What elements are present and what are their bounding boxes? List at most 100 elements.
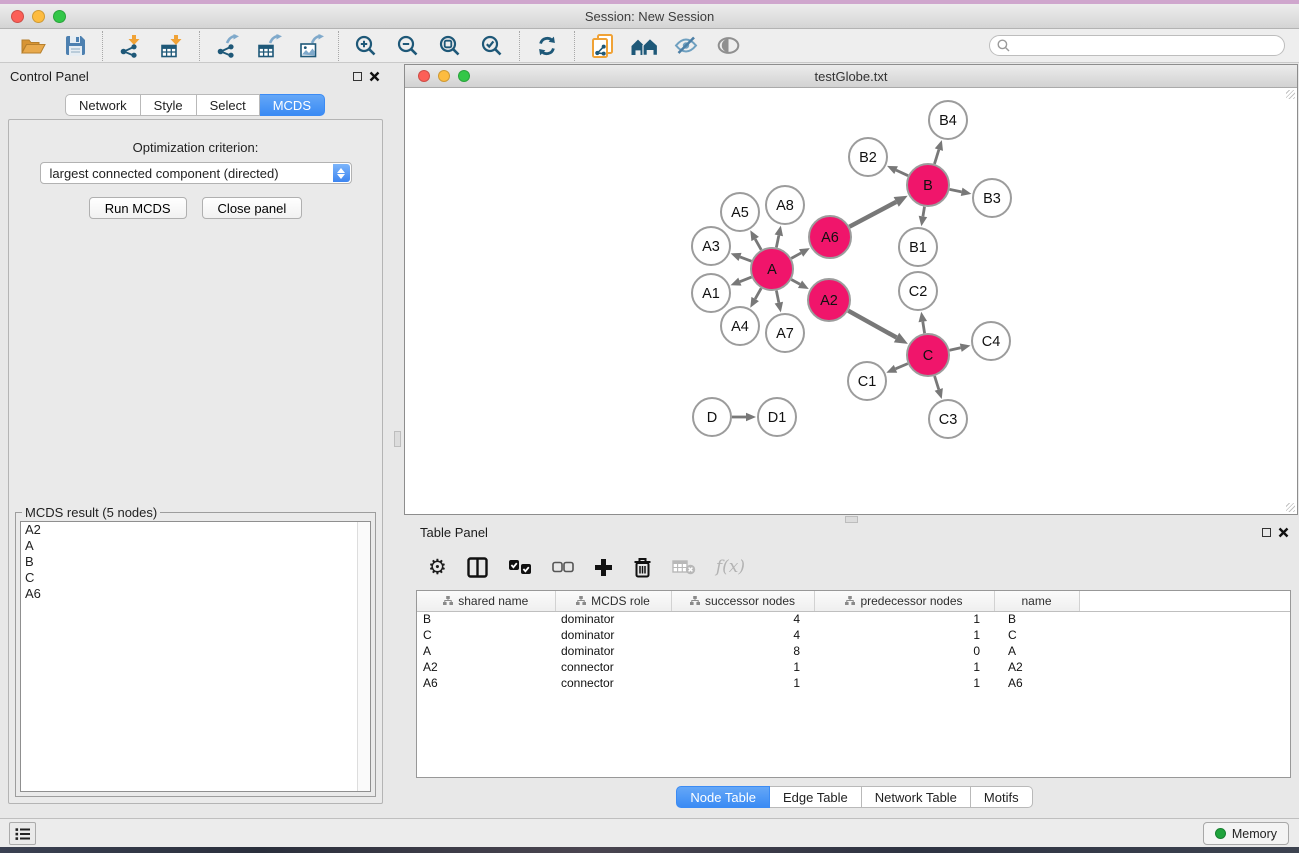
vertical-splitter-grip[interactable] bbox=[394, 431, 401, 447]
minimize-window-button[interactable] bbox=[32, 10, 45, 23]
tab-network[interactable]: Network bbox=[65, 94, 141, 116]
graph-edge-A-A6[interactable] bbox=[791, 253, 801, 258]
show-eye-icon[interactable] bbox=[710, 31, 746, 61]
column-header-mcds-role[interactable]: MCDS role bbox=[555, 591, 671, 611]
column-header-predecessor-nodes[interactable]: predecessor nodes bbox=[814, 591, 994, 611]
table-row[interactable]: A2connector11A2 bbox=[417, 659, 1290, 675]
settings-gear-icon[interactable]: ⚙ bbox=[428, 557, 447, 577]
main-toolbar bbox=[0, 29, 1299, 63]
graph-node-label-C1: C1 bbox=[858, 374, 877, 390]
result-list-item[interactable]: A6 bbox=[21, 586, 370, 602]
mcds-result-list[interactable]: A2ABCA6 bbox=[20, 521, 371, 792]
canvas-resize-mark[interactable] bbox=[1286, 90, 1295, 99]
canvas-resize-mark[interactable] bbox=[1286, 503, 1295, 512]
control-panel: Control Panel Network Style Select MCDS … bbox=[0, 64, 390, 812]
graph-edge-A-A5[interactable] bbox=[755, 239, 761, 250]
tab-node-table[interactable]: Node Table bbox=[676, 786, 770, 808]
search-input[interactable] bbox=[989, 35, 1285, 56]
graph-edge-A-A8[interactable] bbox=[776, 235, 778, 247]
table-header-row[interactable]: shared name MCDS role successor nodes pr… bbox=[417, 591, 1290, 611]
result-list-item[interactable]: C bbox=[21, 570, 370, 586]
clear-table-icon-disabled bbox=[672, 559, 696, 575]
float-panel-icon[interactable] bbox=[353, 72, 362, 81]
deselect-all-icon[interactable] bbox=[552, 561, 574, 573]
zoom-in-icon[interactable] bbox=[348, 31, 384, 61]
memory-button[interactable]: Memory bbox=[1203, 822, 1289, 845]
export-network-icon[interactable] bbox=[209, 31, 245, 61]
column-layout-icon[interactable] bbox=[467, 557, 488, 578]
select-all-icon[interactable] bbox=[508, 559, 532, 576]
close-panel-button[interactable]: Close panel bbox=[202, 197, 303, 219]
network-canvas[interactable]: AA1A2A3A4A5A6A7A8BB1B2B3B4CC1C2C3C4DD1 bbox=[405, 88, 1297, 514]
network-close-button[interactable] bbox=[418, 70, 430, 82]
close-window-button[interactable] bbox=[11, 10, 24, 23]
home-icon[interactable] bbox=[626, 31, 662, 61]
select-stepper-icon bbox=[333, 164, 350, 182]
result-list-item[interactable]: A2 bbox=[21, 522, 370, 538]
graph-edge-C-C3[interactable] bbox=[935, 376, 939, 389]
tab-mcds[interactable]: MCDS bbox=[260, 94, 325, 116]
float-panel-icon[interactable] bbox=[1262, 528, 1271, 537]
hide-eye-icon[interactable] bbox=[668, 31, 704, 61]
graph-edge-C-C4[interactable] bbox=[949, 348, 960, 351]
graph-edge-A-A3[interactable] bbox=[740, 257, 751, 261]
graph-edge-A-A1[interactable] bbox=[740, 277, 752, 282]
graph-edge-C-C2[interactable] bbox=[923, 322, 925, 334]
graph-edge-C-C1[interactable] bbox=[896, 364, 908, 369]
import-table-icon[interactable] bbox=[154, 31, 190, 61]
network-document-icon[interactable] bbox=[584, 31, 620, 61]
refresh-icon[interactable] bbox=[529, 31, 565, 61]
column-header-successor-nodes[interactable]: successor nodes bbox=[671, 591, 814, 611]
export-table-icon[interactable] bbox=[251, 31, 287, 61]
zoom-fit-icon[interactable] bbox=[432, 31, 468, 61]
task-list-icon bbox=[15, 827, 31, 841]
zoom-out-icon[interactable] bbox=[390, 31, 426, 61]
node-table[interactable]: shared name MCDS role successor nodes pr… bbox=[416, 590, 1291, 778]
task-list-button[interactable] bbox=[9, 822, 36, 845]
graph-edge-B-B1[interactable] bbox=[923, 207, 925, 217]
graph-edge-B-B2[interactable] bbox=[896, 170, 908, 176]
open-folder-icon[interactable] bbox=[15, 31, 51, 61]
graph-node-label-A3: A3 bbox=[702, 239, 720, 255]
network-window-titlebar[interactable]: testGlobe.txt bbox=[405, 65, 1297, 88]
graph-edge-B-B4[interactable] bbox=[934, 150, 938, 164]
column-header-name[interactable]: name bbox=[994, 591, 1079, 611]
import-network-icon[interactable] bbox=[112, 31, 148, 61]
control-panel-title: Control Panel bbox=[10, 69, 89, 84]
result-scrollbar[interactable] bbox=[357, 522, 370, 791]
tab-motifs[interactable]: Motifs bbox=[971, 786, 1033, 808]
graph-node-label-A: A bbox=[767, 262, 777, 278]
table-row[interactable]: Cdominator41C bbox=[417, 627, 1290, 643]
zoom-selected-icon[interactable] bbox=[474, 31, 510, 61]
result-list-item[interactable]: B bbox=[21, 554, 370, 570]
zoom-window-button[interactable] bbox=[53, 10, 66, 23]
delete-trash-icon[interactable] bbox=[633, 557, 652, 578]
graph-edge-B-B3[interactable] bbox=[950, 189, 962, 191]
tab-style[interactable]: Style bbox=[141, 94, 197, 116]
graph-edge-A-A7[interactable] bbox=[776, 291, 778, 303]
graph-edge-A2-C[interactable] bbox=[848, 311, 896, 338]
graph-edge-A-A4[interactable] bbox=[755, 288, 761, 299]
table-row[interactable]: Adominator80A bbox=[417, 643, 1290, 659]
tab-select[interactable]: Select bbox=[197, 94, 260, 116]
export-image-icon[interactable] bbox=[293, 31, 329, 61]
criterion-select[interactable]: largest connected component (directed) bbox=[40, 162, 352, 184]
table-row[interactable]: A6connector11A6 bbox=[417, 675, 1290, 691]
control-panel-tabs: Network Style Select MCDS bbox=[0, 94, 390, 116]
close-panel-icon[interactable] bbox=[369, 71, 380, 82]
close-panel-icon[interactable] bbox=[1278, 527, 1289, 538]
network-minimize-button[interactable] bbox=[438, 70, 450, 82]
network-zoom-button[interactable] bbox=[458, 70, 470, 82]
tab-network-table[interactable]: Network Table bbox=[862, 786, 971, 808]
graph-edge-A-A2[interactable] bbox=[791, 280, 800, 285]
add-icon[interactable] bbox=[594, 558, 613, 577]
graph-edge-A6-B[interactable] bbox=[849, 202, 896, 227]
result-list-item[interactable]: A bbox=[21, 538, 370, 554]
run-mcds-button[interactable]: Run MCDS bbox=[89, 197, 187, 219]
column-header-shared-name[interactable]: shared name bbox=[417, 591, 555, 611]
mcds-result-title: MCDS result (5 nodes) bbox=[22, 505, 160, 520]
tab-edge-table[interactable]: Edge Table bbox=[770, 786, 862, 808]
save-icon[interactable] bbox=[57, 31, 93, 61]
window-controls[interactable] bbox=[11, 10, 66, 23]
table-row[interactable]: Bdominator41B bbox=[417, 611, 1290, 627]
